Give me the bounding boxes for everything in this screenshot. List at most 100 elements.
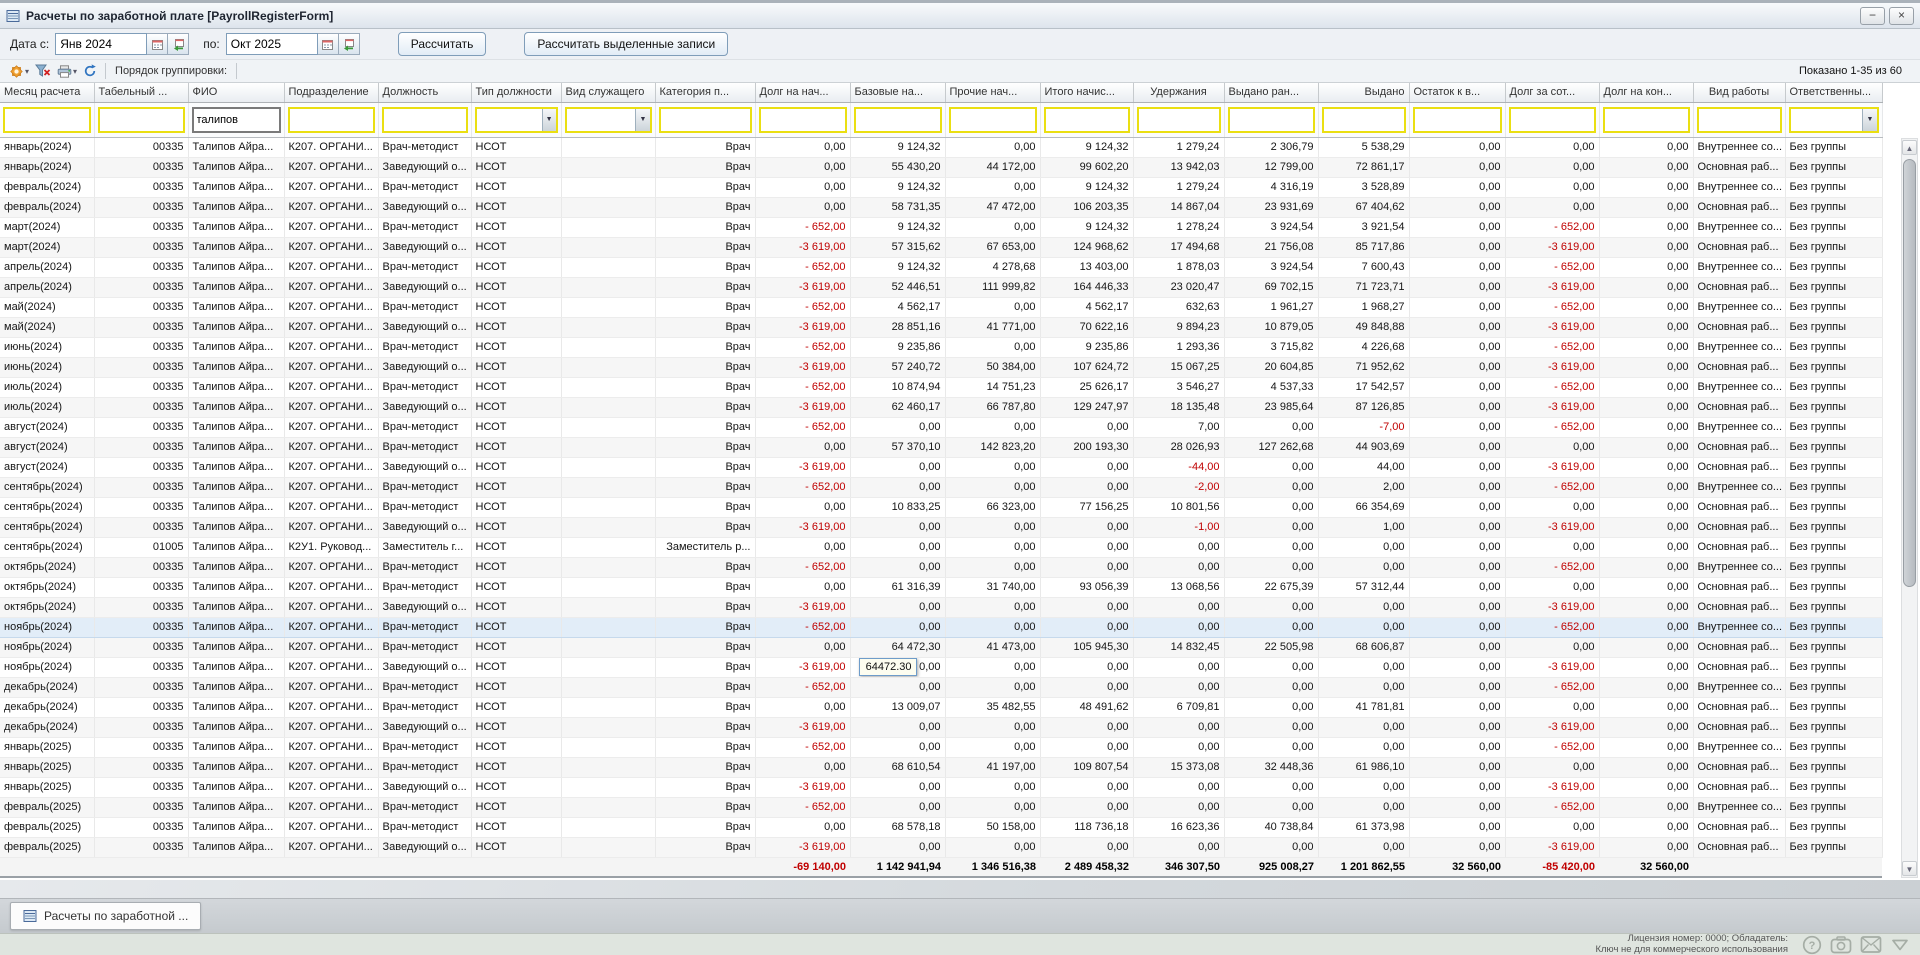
cell[interactable]: 1,00	[1318, 517, 1410, 538]
cell[interactable]: НСОТ	[471, 597, 562, 618]
cell[interactable]: Заведующий о...	[378, 157, 472, 178]
cell[interactable]	[561, 737, 656, 758]
cell[interactable]: 10 874,94	[850, 377, 946, 398]
cell[interactable]: - 652,00	[1505, 377, 1600, 398]
cell[interactable]: Врач	[655, 717, 756, 738]
cell[interactable]: -3 619,00	[1505, 317, 1600, 338]
cell[interactable]: Без группы	[1785, 517, 1883, 538]
column-header-14[interactable]: Выдано	[1318, 83, 1410, 103]
table-row[interactable]: сентябрь(2024) 00335 Талипов Айра... К207. …	[0, 477, 1883, 498]
cell[interactable]: Внутреннее со...	[1693, 477, 1786, 498]
cell[interactable]: февраль(2024)	[0, 197, 95, 218]
cell[interactable]: К207. ОРГАНИ...	[284, 817, 379, 838]
cell[interactable]: Талипов Айра...	[188, 437, 285, 458]
cell[interactable]: Врач-методист	[378, 337, 472, 358]
date-from-jump-icon[interactable]	[168, 33, 190, 55]
cell[interactable]: Без группы	[1785, 497, 1883, 518]
cell[interactable]: 0,00	[850, 477, 946, 498]
cell[interactable]: Талипов Айра...	[188, 277, 285, 298]
cell[interactable]: 0,00	[1409, 457, 1506, 478]
cell[interactable]: 0,00	[1505, 577, 1600, 598]
cell[interactable]: К207. ОРГАНИ...	[284, 497, 379, 518]
cell[interactable]: 0,00	[1599, 717, 1694, 738]
cell[interactable]: Врач-методист	[378, 497, 472, 518]
cell[interactable]: 0,00	[1133, 677, 1225, 698]
cell[interactable]: октябрь(2024)	[0, 597, 95, 618]
cell[interactable]: Основная раб...	[1693, 817, 1786, 838]
cell[interactable]: Заведующий о...	[378, 237, 472, 258]
cell[interactable]: К207. ОРГАНИ...	[284, 517, 379, 538]
cell[interactable]: Без группы	[1785, 157, 1883, 178]
cell[interactable]: 0,00	[755, 177, 851, 198]
cell[interactable]: 0,00	[1505, 437, 1600, 458]
cell[interactable]: 00335	[94, 337, 189, 358]
cell[interactable]: 41 781,81	[1318, 697, 1410, 718]
cell[interactable]: Врач-методист	[378, 757, 472, 778]
table-row[interactable]: август(2024) 00335 Талипов Айра... К207. ОР…	[0, 437, 1883, 458]
filter-column-12-input[interactable]	[1138, 113, 1219, 126]
cell[interactable]: 0,00	[1599, 497, 1694, 518]
cell[interactable]: К207. ОРГАНИ...	[284, 797, 379, 818]
date-from-calendar-icon[interactable]	[147, 33, 169, 55]
cell[interactable]: 0,00	[1599, 517, 1694, 538]
date-to-input[interactable]	[225, 33, 318, 55]
cell[interactable]: Внутреннее со...	[1693, 297, 1786, 318]
cell[interactable]	[561, 217, 656, 238]
cell[interactable]: 0,00	[1040, 837, 1134, 858]
cell[interactable]: Без группы	[1785, 817, 1883, 838]
cell[interactable]: 106 203,35	[1040, 197, 1134, 218]
cell[interactable]: 0,00	[1409, 417, 1506, 438]
form-tab[interactable]: Расчеты по заработной ...	[10, 902, 202, 930]
cell[interactable]: 22 675,39	[1224, 577, 1319, 598]
cell[interactable]: Без группы	[1785, 577, 1883, 598]
cell[interactable]: К207. ОРГАНИ...	[284, 557, 379, 578]
cell[interactable]: Врач-методист	[378, 257, 472, 278]
cell[interactable]: Основная раб...	[1693, 157, 1786, 178]
cell[interactable]: 3 921,54	[1318, 217, 1410, 238]
cell[interactable]: Заведующий о...	[378, 457, 472, 478]
cell[interactable]: 0,00	[1040, 597, 1134, 618]
cell[interactable]: Без группы	[1785, 297, 1883, 318]
cell[interactable]: 0,00	[1599, 537, 1694, 558]
scrollbar-thumb[interactable]	[1903, 159, 1916, 587]
filter-column-3-input[interactable]	[289, 113, 373, 126]
cell[interactable]: 0,00	[1224, 457, 1319, 478]
cell[interactable]: Основная раб...	[1693, 317, 1786, 338]
cell[interactable]	[561, 337, 656, 358]
cell[interactable]: 0,00	[945, 517, 1041, 538]
cell[interactable]: 0,00	[1318, 737, 1410, 758]
cell[interactable]: 0,00	[755, 697, 851, 718]
cell[interactable]	[561, 637, 656, 658]
cell[interactable]: НСОТ	[471, 657, 562, 678]
cell[interactable]: Врач-методист	[378, 297, 472, 318]
cell[interactable]: декабрь(2024)	[0, 677, 95, 698]
cell[interactable]	[561, 197, 656, 218]
cell[interactable]: К207. ОРГАНИ...	[284, 477, 379, 498]
cell[interactable]: Заведующий о...	[378, 777, 472, 798]
table-row[interactable]: май(2024) 00335 Талипов Айра... К207. ОРГАН…	[0, 297, 1883, 318]
cell[interactable]: Основная раб...	[1693, 757, 1786, 778]
calculate-selected-button[interactable]: Рассчитать выделенные записи	[524, 32, 729, 56]
cell[interactable]	[561, 777, 656, 798]
cell[interactable]: - 652,00	[755, 417, 851, 438]
cell[interactable]: НСОТ	[471, 397, 562, 418]
cell[interactable]: - 652,00	[1505, 217, 1600, 238]
cell[interactable]: 0,00	[755, 757, 851, 778]
cell[interactable]: 57 315,62	[850, 237, 946, 258]
cell[interactable]: Талипов Айра...	[188, 616, 285, 638]
cell[interactable]: 00335	[94, 237, 189, 258]
cell[interactable]: 9 894,23	[1133, 317, 1225, 338]
cell[interactable]: 5 538,29	[1318, 137, 1410, 158]
cell[interactable]: -3 619,00	[1505, 717, 1600, 738]
cell[interactable]: 1 878,03	[1133, 257, 1225, 278]
table-row[interactable]: январь(2024) 00335 Талипов Айра... К207. ОР…	[0, 137, 1883, 158]
date-from-input[interactable]	[55, 33, 148, 55]
vertical-scrollbar[interactable]: ▲ ▼	[1901, 138, 1918, 878]
cell[interactable]: 57 370,10	[850, 437, 946, 458]
cell[interactable]: 57 312,44	[1318, 577, 1410, 598]
cell[interactable]: 124 968,62	[1040, 237, 1134, 258]
cell[interactable]: Заведующий о...	[378, 837, 472, 858]
cell[interactable]: ноябрь(2024)	[0, 616, 95, 638]
cell[interactable]: К207. ОРГАНИ...	[284, 437, 379, 458]
table-row[interactable]: август(2024) 00335 Талипов Айра... К207. ОР…	[0, 457, 1883, 478]
